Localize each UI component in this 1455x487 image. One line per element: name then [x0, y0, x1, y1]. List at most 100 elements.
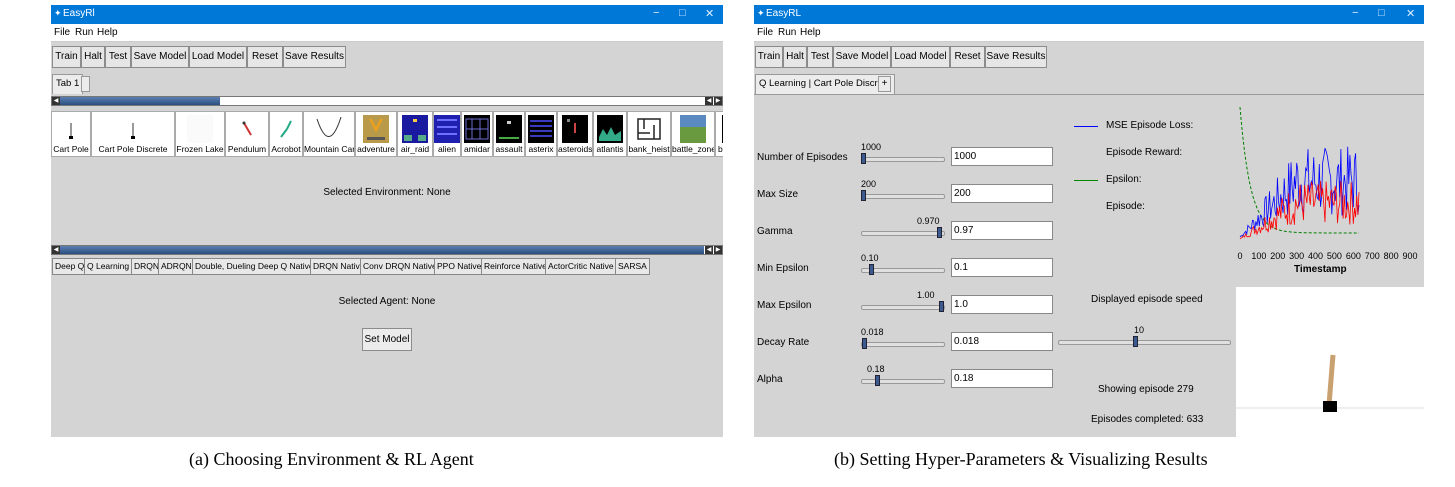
scroll-right-icon[interactable]: ▶ [714, 97, 722, 105]
load-model-button[interactable]: Load Model [189, 46, 247, 68]
scroll-left-icon[interactable]: ◀ [705, 97, 713, 105]
env-thumbnail [636, 115, 662, 143]
menu-file[interactable]: File [54, 27, 70, 38]
agent-sarsa[interactable]: SARSA [615, 258, 650, 275]
scroll-left-icon[interactable]: ◀ [705, 246, 713, 254]
tab-add-button[interactable]: + [878, 76, 891, 92]
tab-q-learning-cart-pole[interactable]: Q Learning | Cart Pole Discrete [755, 74, 895, 94]
param-label: Number of Episodes [757, 152, 848, 163]
agent-reinforce-native[interactable]: Reinforce Native [481, 258, 550, 275]
scroll-right-icon[interactable]: ▶ [714, 246, 722, 254]
menu-help[interactable]: Help [800, 27, 821, 38]
slider-knob[interactable] [861, 190, 866, 201]
slider-knob[interactable] [868, 264, 874, 275]
set-model-button[interactable]: Set Model [362, 328, 412, 351]
env-amidar[interactable]: amidar [461, 111, 493, 157]
halt-button[interactable]: Halt [81, 46, 105, 68]
save-results-button[interactable]: Save Results [283, 46, 346, 68]
save-model-button[interactable]: Save Model [131, 46, 189, 68]
param-slider[interactable]: 0.10 [861, 253, 945, 277]
load-model-button[interactable]: Load Model [891, 46, 950, 68]
env-bank-heist[interactable]: bank_heist [627, 111, 671, 157]
env-atlantis[interactable]: atlantis [593, 111, 627, 157]
param-entry[interactable]: 0.18 [951, 369, 1053, 388]
env-beam-rider[interactable]: beam_ri [715, 111, 723, 157]
scrollbar-thumb[interactable] [60, 97, 220, 105]
agent-drqn-native[interactable]: DRQN Native [310, 258, 368, 275]
x-tick-label: 0 [1237, 251, 1242, 261]
env-adventure[interactable]: adventure [355, 111, 397, 157]
slider-knob[interactable] [875, 375, 881, 386]
env-asteroids[interactable]: asteroids [557, 111, 593, 157]
env-mountain-car[interactable]: Mountain Car [303, 111, 355, 157]
env-asterix[interactable]: asterix [525, 111, 557, 157]
param-entry[interactable]: 0.1 [951, 258, 1053, 277]
test-button[interactable]: Test [105, 46, 131, 68]
save-model-button[interactable]: Save Model [833, 46, 891, 68]
param-entry[interactable]: 1.0 [951, 295, 1053, 314]
slider-value: 200 [861, 179, 877, 189]
slider-knob[interactable] [1133, 336, 1139, 347]
param-entry[interactable]: 1000 [951, 147, 1053, 166]
reset-button[interactable]: Reset [950, 46, 985, 68]
agent-adrqn[interactable]: ADRQN [158, 258, 195, 275]
env-frozen-lake[interactable]: Frozen Lake [175, 111, 225, 157]
agent-scrollbar[interactable]: ◀ ◀ ▶ [51, 245, 723, 255]
param-entry[interactable]: 0.97 [951, 221, 1053, 240]
env-cart-pole-discrete[interactable]: Cart Pole Discrete [91, 111, 175, 157]
slider-knob[interactable] [862, 338, 868, 349]
minimize-icon[interactable]: − [1352, 7, 1358, 19]
env-acrobot[interactable]: Acrobot [269, 111, 303, 157]
test-button[interactable]: Test [807, 46, 833, 68]
x-tick-label: 400 [1308, 251, 1323, 261]
env-thumbnail [187, 115, 213, 143]
minimize-icon[interactable]: − [653, 7, 659, 19]
menu-run[interactable]: Run [778, 27, 796, 38]
close-icon[interactable]: ✕ [1406, 7, 1415, 20]
train-button[interactable]: Train [755, 46, 783, 68]
env-pendulum[interactable]: Pendulum [225, 111, 269, 157]
env-cart-pole[interactable]: Cart Pole [51, 111, 91, 157]
env-label: Cart Pole [53, 144, 89, 154]
param-entry[interactable]: 0.018 [951, 332, 1053, 351]
slider-knob[interactable] [936, 227, 942, 238]
param-slider[interactable]: 1.00 [861, 290, 945, 314]
scrollbar-thumb[interactable] [60, 246, 704, 254]
menu-file[interactable]: File [757, 27, 773, 38]
param-slider[interactable]: 0.018 [861, 327, 945, 351]
tab-1[interactable]: Tab 1 [52, 74, 84, 94]
param-slider[interactable]: 0.18 [861, 364, 945, 388]
speed-slider[interactable]: 10 [1058, 325, 1231, 349]
param-slider[interactable]: 0.970 [861, 216, 945, 240]
tab-add-button[interactable] [81, 76, 90, 92]
slider-knob[interactable] [861, 153, 866, 164]
agent-double-dueling-deep-q-native[interactable]: Double, Dueling Deep Q Native [192, 258, 317, 275]
halt-button[interactable]: Halt [783, 46, 807, 68]
scroll-left-icon[interactable]: ◀ [52, 246, 60, 254]
scroll-left-icon[interactable]: ◀ [52, 97, 60, 105]
environment-scrollbar[interactable]: ◀ ◀ ▶ [51, 96, 723, 106]
close-icon[interactable]: ✕ [705, 7, 714, 20]
reset-button[interactable]: Reset [247, 46, 283, 68]
slider-knob[interactable] [939, 301, 944, 312]
menu-run[interactable]: Run [75, 27, 93, 38]
agent-ppo-native[interactable]: PPO Native [434, 258, 485, 275]
save-results-button[interactable]: Save Results [985, 46, 1047, 68]
maximize-icon[interactable]: □ [679, 7, 686, 19]
agent-deep-q[interactable]: Deep Q [52, 258, 88, 275]
param-entry[interactable]: 200 [951, 184, 1053, 203]
env-battle-zone[interactable]: battle_zone [671, 111, 715, 157]
env-alien[interactable]: alien [433, 111, 461, 157]
train-button[interactable]: Train [52, 46, 81, 68]
param-slider[interactable]: 200 [861, 179, 945, 203]
agent-conv-drqn-native[interactable]: Conv DRQN Native [360, 258, 440, 275]
slider-value: 0.970 [917, 216, 940, 226]
agent-actorcritic-native[interactable]: ActorCritic Native [545, 258, 617, 275]
agent-q-learning[interactable]: Q Learning [84, 258, 133, 275]
x-tick-label: 700 [1365, 251, 1380, 261]
menu-help[interactable]: Help [97, 27, 118, 38]
maximize-icon[interactable]: □ [1378, 7, 1385, 19]
param-slider[interactable]: 1000 [861, 142, 945, 166]
env-air-raid[interactable]: air_raid [397, 111, 433, 157]
env-assault[interactable]: assault [493, 111, 525, 157]
